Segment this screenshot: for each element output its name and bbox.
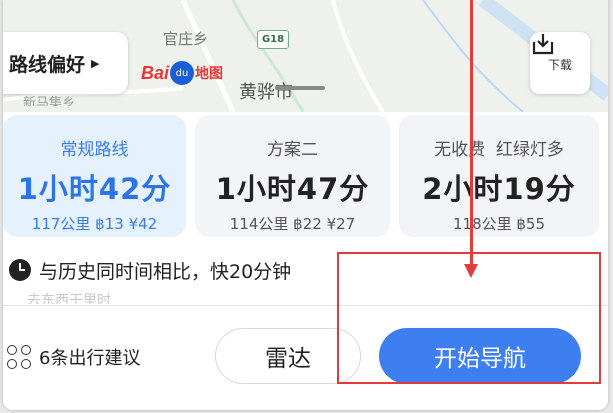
paw-icon: du xyxy=(170,61,195,85)
annotation-arrow-line xyxy=(470,0,473,268)
travel-suggestions-label: 6条出行建议 xyxy=(39,348,141,369)
route-preference-button[interactable]: 路线偏好 ▶ xyxy=(3,32,128,94)
map-label-guanzhuang: 官庄乡 xyxy=(163,30,209,48)
road-shield-g18: G18 xyxy=(257,30,289,49)
travel-suggestions-button[interactable]: 6条出行建议 xyxy=(7,344,140,370)
download-button[interactable]: 下载 xyxy=(530,32,590,94)
route-card-regular[interactable]: 常规路线 1小时42分 117公里 ฿13 ¥42 xyxy=(3,115,186,237)
clock-icon xyxy=(9,259,31,281)
route-meta: 114公里 ฿22 ¥27 xyxy=(229,215,356,233)
baidu-maps-logo: Bai du 地图 xyxy=(141,58,223,88)
app-frame: 官庄乡 G18 黄骅市 新马集乡 路线偏好 ▶ Bai du 地图 下载 常规路… xyxy=(3,0,608,410)
annotation-highlight-box xyxy=(337,252,601,384)
secondary-info-text: 去东西干里时 xyxy=(27,293,111,304)
radar-label: 雷达 xyxy=(265,346,311,372)
map-view[interactable]: 官庄乡 G18 黄骅市 新马集乡 路线偏好 ▶ Bai du 地图 下载 xyxy=(3,0,608,112)
grid-icon xyxy=(7,345,31,369)
route-options: 常规路线 1小时42分 117公里 ฿13 ¥42 方案二 1小时47分 114… xyxy=(3,112,608,240)
logo-du: du xyxy=(175,67,189,79)
route-card-plan-two[interactable]: 方案二 1小时47分 114公里 ฿22 ¥27 xyxy=(195,115,390,237)
route-duration: 1小时47分 xyxy=(215,172,370,206)
route-name: 无收费 红绿灯多 xyxy=(434,140,564,160)
logo-map-word: 地图 xyxy=(195,66,224,82)
map-label-faded: 新马集乡 xyxy=(23,96,76,106)
road-shield-text: G18 xyxy=(261,34,285,45)
route-meta: 117公里 ฿13 ¥42 xyxy=(31,215,158,233)
route-meta: 118公里 ฿55 xyxy=(452,215,546,233)
route-card-no-toll[interactable]: 无收费 红绿灯多 2小时19分 118公里 ฿55 xyxy=(399,115,599,237)
route-name: 方案二 xyxy=(267,140,318,160)
download-icon xyxy=(532,34,554,55)
route-name: 常规路线 xyxy=(60,140,129,160)
sheet-drag-handle[interactable] xyxy=(275,86,325,90)
chevron-right-icon: ▶ xyxy=(91,56,100,70)
history-comparison-text: 与历史同时间相比，快20分钟 xyxy=(39,260,292,283)
route-preference-label: 路线偏好 xyxy=(9,53,86,76)
download-label: 下载 xyxy=(547,57,572,72)
route-duration: 2小时19分 xyxy=(422,172,576,206)
logo-bai: Bai xyxy=(141,62,170,83)
route-duration: 1小时42分 xyxy=(17,172,172,206)
map-label-huanghua: 黄骅市 xyxy=(239,82,293,103)
